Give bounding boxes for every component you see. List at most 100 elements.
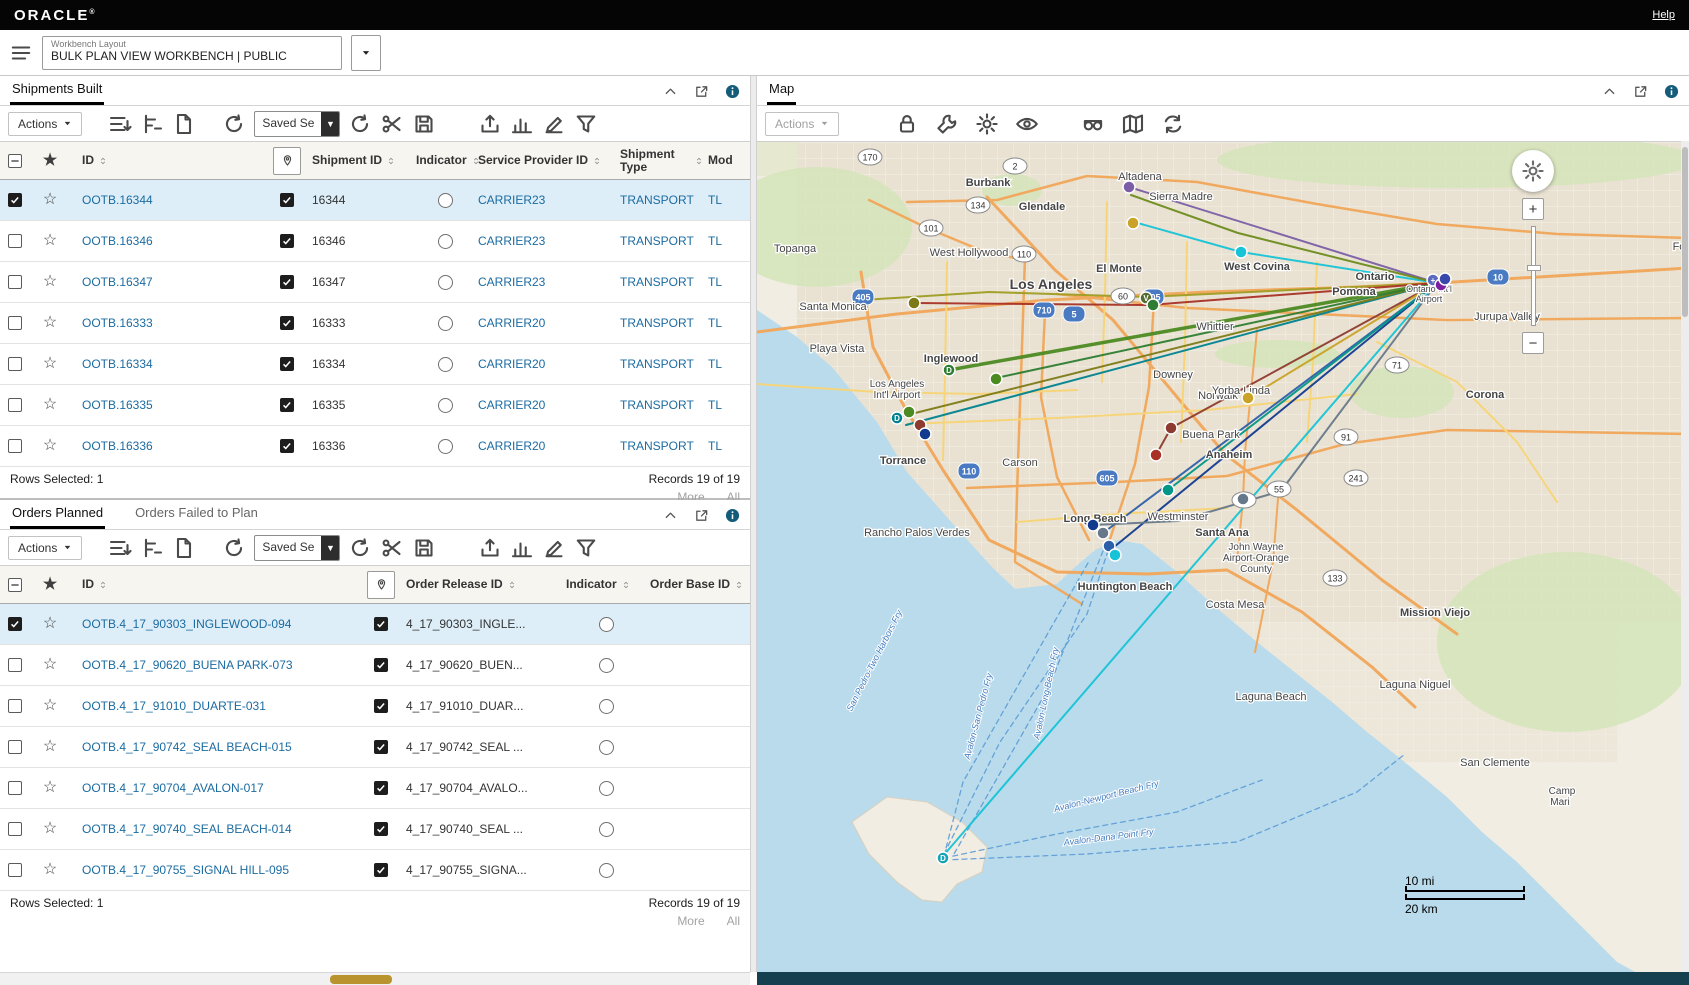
info-icon[interactable]: [1664, 84, 1679, 99]
row-select-checkbox[interactable]: [8, 357, 22, 371]
address-icon-button[interactable]: [273, 147, 301, 175]
shipment-type-link[interactable]: TRANSPORT: [620, 398, 694, 412]
cycle-icon[interactable]: [1161, 112, 1185, 136]
sort-icon[interactable]: [734, 579, 744, 591]
horizontal-scrollbar[interactable]: [0, 972, 750, 985]
row-select-checkbox[interactable]: [8, 822, 22, 836]
order-flag-checkbox[interactable]: [374, 699, 388, 713]
scrollbar-thumb[interactable]: [1682, 147, 1688, 317]
workbench-layout-select[interactable]: Workbench Layout BULK PLAN VIEW WORKBENC…: [42, 36, 342, 70]
row-select-checkbox[interactable]: [8, 863, 22, 877]
order-row[interactable]: ☆OOTB.4_17_90755_SIGNAL HILL-0954_17_907…: [0, 850, 750, 891]
mode-link[interactable]: TL: [708, 316, 722, 330]
save-icon[interactable]: [412, 112, 436, 136]
favorite-star-icon[interactable]: ☆: [43, 739, 57, 755]
row-select-checkbox[interactable]: [8, 699, 22, 713]
favorite-star-icon[interactable]: ☆: [43, 657, 57, 673]
shipment-flag-checkbox[interactable]: [280, 316, 294, 330]
save-icon[interactable]: [412, 536, 436, 560]
favorite-star-icon[interactable]: ☆: [43, 356, 57, 372]
service-provider-link[interactable]: CARRIER20: [478, 357, 545, 371]
order-row[interactable]: ☆OOTB.4_17_90303_INGLEWOOD-0944_17_90303…: [0, 604, 750, 645]
mode-link[interactable]: TL: [708, 275, 722, 289]
mode-link[interactable]: TL: [708, 398, 722, 412]
order-flag-checkbox[interactable]: [374, 658, 388, 672]
sort-icon[interactable]: [507, 579, 517, 591]
order-row[interactable]: ☆OOTB.4_17_90740_SEAL BEACH-0144_17_9074…: [0, 809, 750, 850]
sort-icon[interactable]: [621, 579, 631, 591]
order-flag-checkbox[interactable]: [374, 863, 388, 877]
shipment-flag-checkbox[interactable]: [280, 275, 294, 289]
wrench-icon[interactable]: [935, 112, 959, 136]
info-icon[interactable]: [725, 508, 740, 523]
shipment-type-link[interactable]: TRANSPORT: [620, 193, 694, 207]
shipment-flag-checkbox[interactable]: [280, 193, 294, 207]
map-actions-button[interactable]: Actions: [765, 112, 839, 136]
edit-icon[interactable]: [542, 536, 566, 560]
row-select-checkbox[interactable]: [8, 275, 22, 289]
lock-icon[interactable]: [895, 112, 919, 136]
chart-icon[interactable]: [510, 112, 534, 136]
more-link[interactable]: More: [677, 914, 704, 928]
share-icon[interactable]: [478, 536, 502, 560]
favorite-star-icon[interactable]: ☆: [43, 397, 57, 413]
refresh-icon[interactable]: [222, 536, 246, 560]
open-window-icon[interactable]: [1633, 84, 1648, 99]
workbench-layout-caret[interactable]: [351, 35, 381, 71]
service-provider-link[interactable]: CARRIER20: [478, 439, 545, 453]
row-select-checkbox[interactable]: [8, 740, 22, 754]
tab-orders-failed[interactable]: Orders Failed to Plan: [133, 499, 260, 529]
open-window-icon[interactable]: [694, 84, 709, 99]
order-flag-checkbox[interactable]: [374, 617, 388, 631]
saved-search-dropdown[interactable]: Saved Se▼: [254, 111, 340, 137]
shipment-flag-checkbox[interactable]: [280, 398, 294, 412]
service-provider-link[interactable]: CARRIER23: [478, 275, 545, 289]
zoom-in-button[interactable]: +: [1522, 198, 1544, 220]
zoom-out-button[interactable]: −: [1522, 332, 1544, 354]
collapse-icon[interactable]: [663, 84, 678, 99]
order-row[interactable]: ☆OOTB.4_17_91010_DUARTE-0314_17_91010_DU…: [0, 686, 750, 727]
favorite-star-icon[interactable]: ☆: [43, 192, 57, 208]
mode-link[interactable]: TL: [708, 234, 722, 248]
favorites-header-icon[interactable]: ★: [43, 153, 57, 169]
shipment-row[interactable]: ☆OOTB.1634716347CARRIER23TRANSPORTTL: [0, 262, 750, 303]
order-id-link[interactable]: OOTB.4_17_90303_INGLEWOOD-094: [82, 617, 291, 631]
favorite-star-icon[interactable]: ☆: [43, 821, 57, 837]
table-settings-icon[interactable]: [108, 536, 132, 560]
help-link[interactable]: Help: [1652, 9, 1675, 21]
shipment-id-link[interactable]: OOTB.16336: [82, 439, 153, 453]
shipment-row[interactable]: ☆OOTB.1633516335CARRIER20TRANSPORTTL: [0, 385, 750, 426]
shipment-type-link[interactable]: TRANSPORT: [620, 234, 694, 248]
shipment-id-link[interactable]: OOTB.16346: [82, 234, 153, 248]
order-id-link[interactable]: OOTB.4_17_91010_DUARTE-031: [82, 699, 266, 713]
vertical-scrollbar[interactable]: [1681, 141, 1689, 972]
row-select-checkbox[interactable]: [8, 316, 22, 330]
mode-link[interactable]: TL: [708, 357, 722, 371]
collapse-icon[interactable]: [1602, 84, 1617, 99]
favorite-star-icon[interactable]: ☆: [43, 233, 57, 249]
shipment-row[interactable]: ☆OOTB.1634616346CARRIER23TRANSPORTTL: [0, 221, 750, 262]
row-select-checkbox[interactable]: [8, 781, 22, 795]
shipment-type-link[interactable]: TRANSPORT: [620, 275, 694, 289]
map-icon[interactable]: [1121, 112, 1145, 136]
map-canvas[interactable]: 1702134101110405606057105101106057191241…: [757, 142, 1689, 972]
info-icon[interactable]: [725, 84, 740, 99]
cut-icon[interactable]: [380, 112, 404, 136]
chart-icon[interactable]: [510, 536, 534, 560]
row-select-checkbox[interactable]: [8, 398, 22, 412]
tab-orders-planned[interactable]: Orders Planned: [10, 499, 105, 529]
mode-link[interactable]: TL: [708, 193, 722, 207]
row-select-checkbox[interactable]: [8, 658, 22, 672]
favorite-star-icon[interactable]: ☆: [43, 438, 57, 454]
order-row[interactable]: ☆OOTB.4_17_90742_SEAL BEACH-0154_17_9074…: [0, 727, 750, 768]
service-provider-link[interactable]: CARRIER23: [478, 193, 545, 207]
filter-icon[interactable]: [574, 536, 598, 560]
order-row[interactable]: ☆OOTB.4_17_90704_AVALON-0174_17_90704_AV…: [0, 768, 750, 809]
favorite-star-icon[interactable]: ☆: [43, 862, 57, 878]
refresh-icon[interactable]: [222, 112, 246, 136]
shipment-id-link[interactable]: OOTB.16347: [82, 275, 153, 289]
all-link[interactable]: All: [727, 914, 740, 928]
table-settings-icon[interactable]: [108, 112, 132, 136]
shipment-id-link[interactable]: OOTB.16333: [82, 316, 153, 330]
panel-splitter[interactable]: [750, 76, 757, 972]
